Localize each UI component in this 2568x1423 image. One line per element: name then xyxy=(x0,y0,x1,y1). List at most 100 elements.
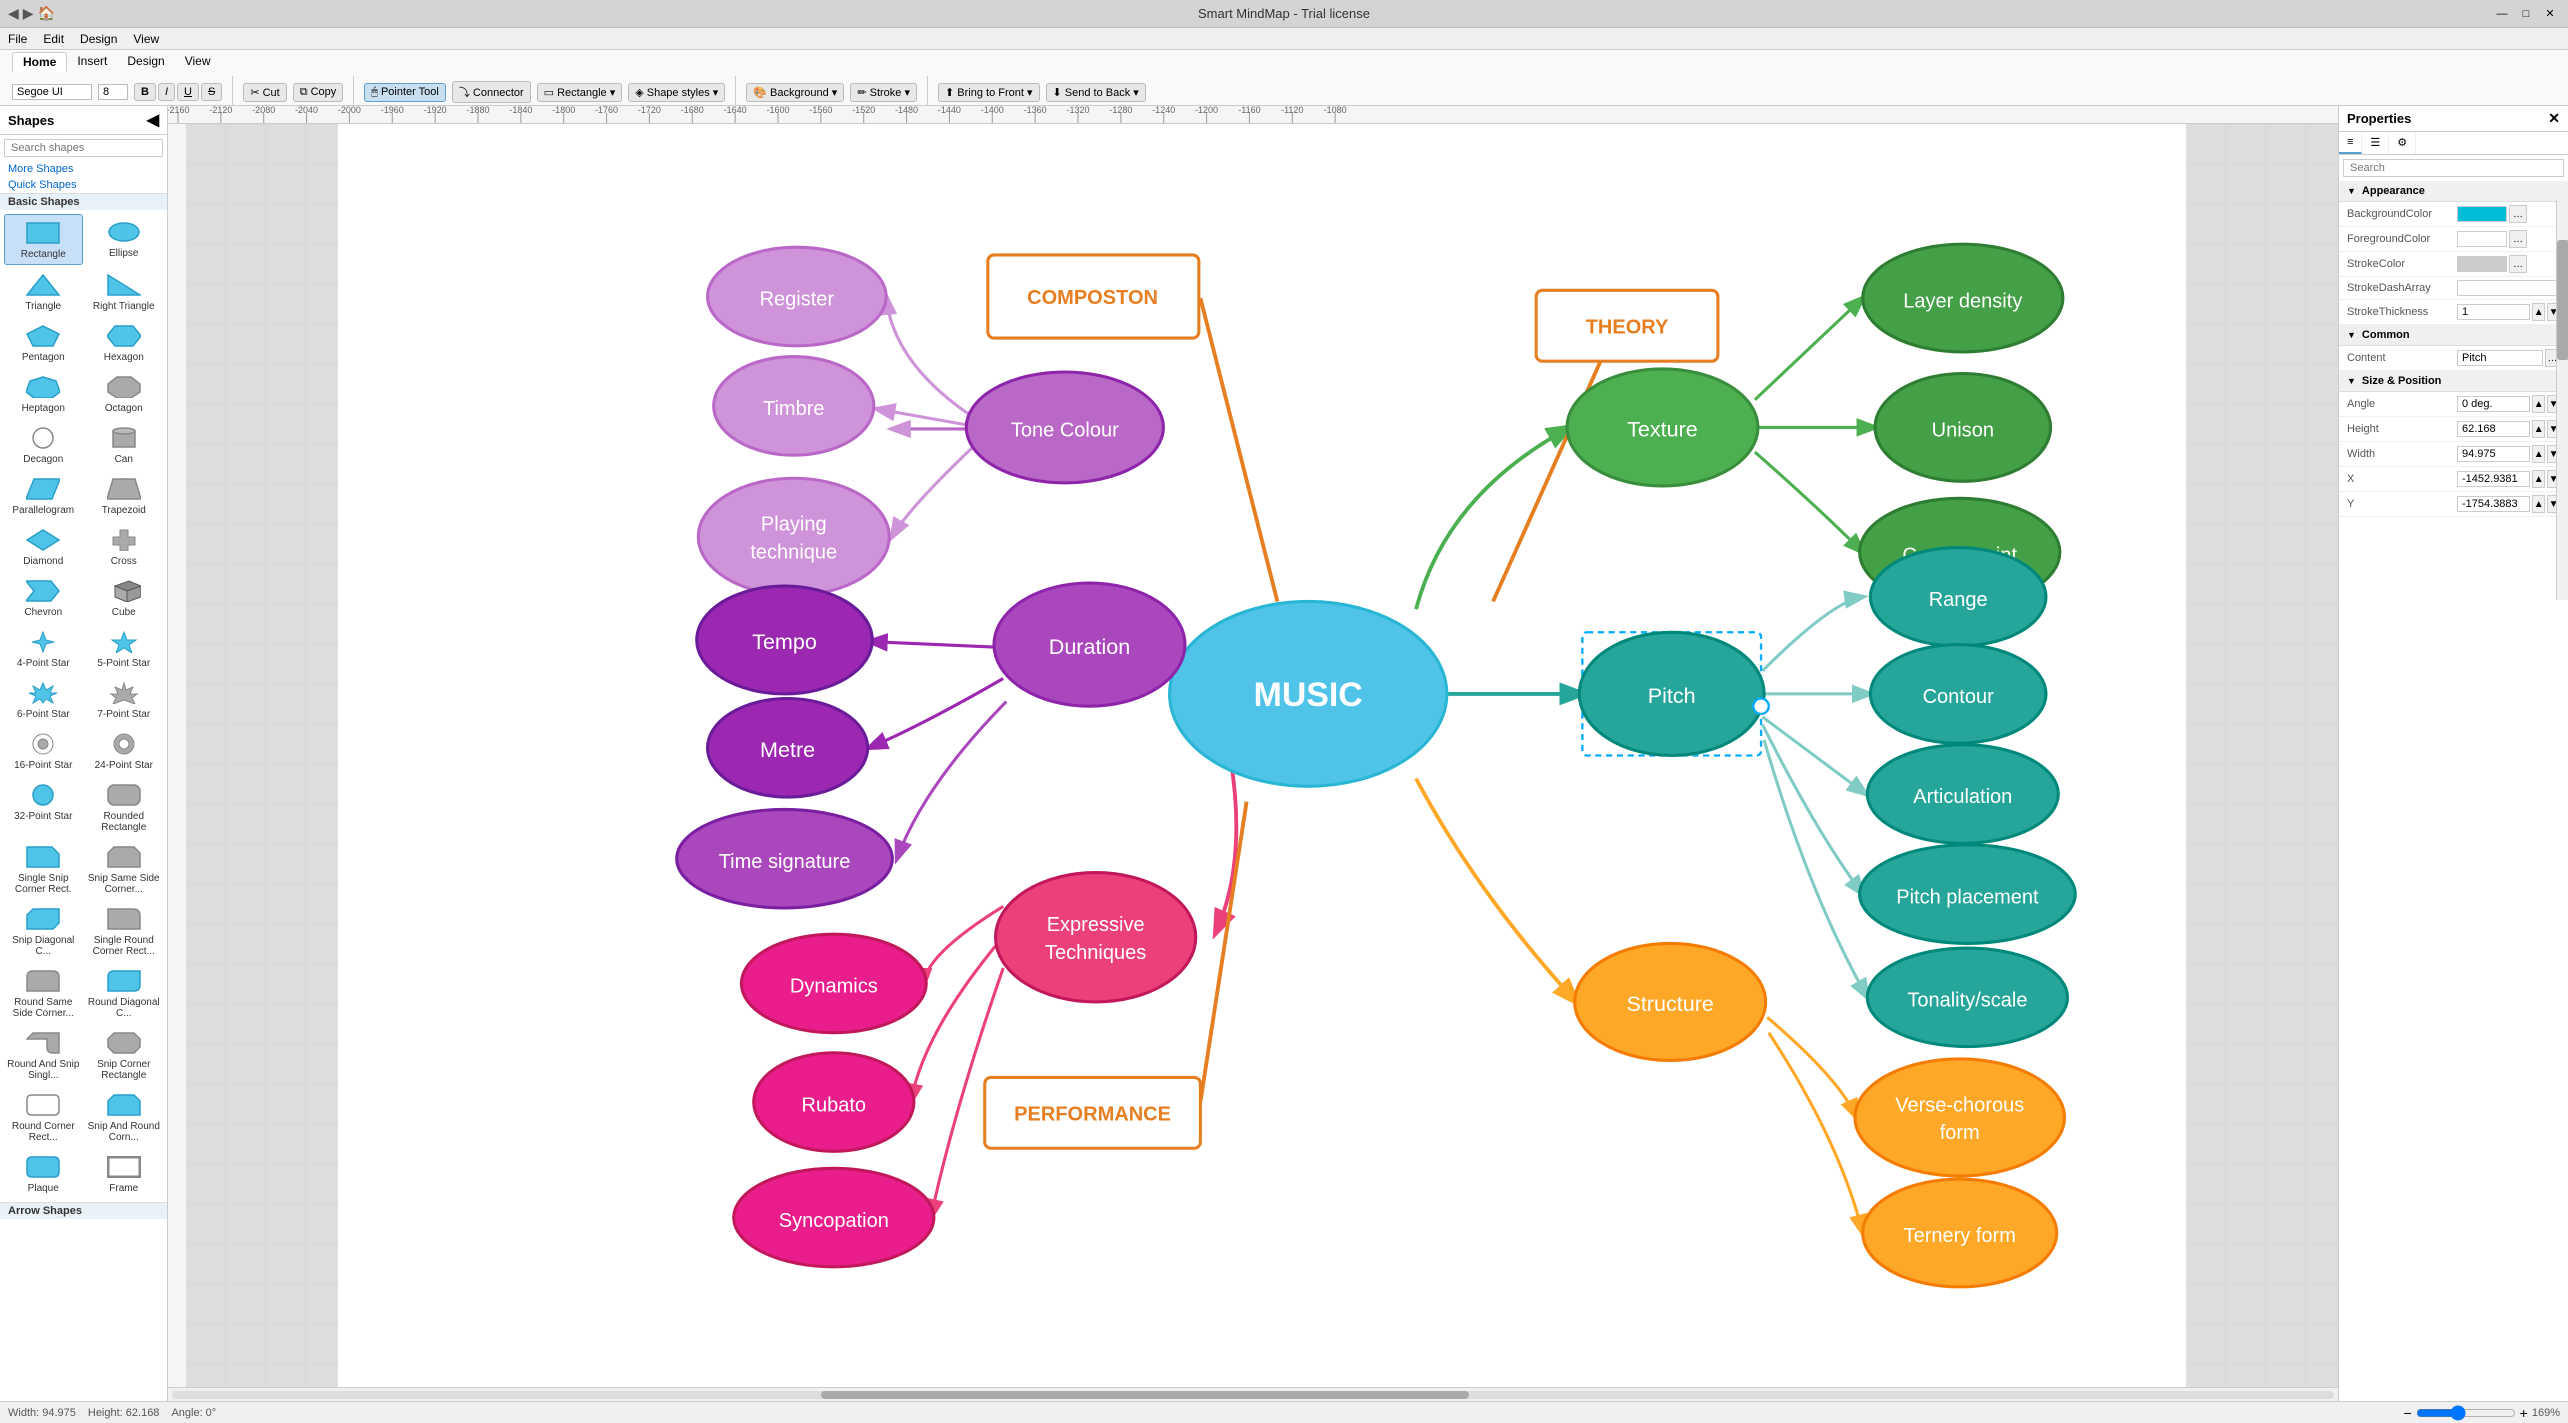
stroke-dash-input[interactable] xyxy=(2457,280,2560,296)
shape-heptagon[interactable]: Heptagon xyxy=(4,369,83,418)
shape-single-round-corner[interactable]: Single Round Corner Rect... xyxy=(85,901,164,961)
shape-16-point-star[interactable]: 16-Point Star xyxy=(4,726,83,775)
menu-file[interactable]: File xyxy=(8,32,27,46)
shape-plaque[interactable]: Plaque xyxy=(4,1149,83,1198)
x-up-btn[interactable]: ▲ xyxy=(2532,470,2545,488)
tab-view[interactable]: View xyxy=(175,52,221,72)
props-tab-3[interactable]: ⚙ xyxy=(2389,132,2416,154)
tab-home[interactable]: Home xyxy=(12,52,67,72)
shape-round-same-side[interactable]: Round Same Side Corner... xyxy=(4,963,83,1023)
strikethrough-btn[interactable]: S xyxy=(201,83,222,101)
angle-up-btn[interactable]: ▲ xyxy=(2532,395,2545,413)
shape-cube[interactable]: Cube xyxy=(85,573,164,622)
more-shapes-link[interactable]: More Shapes xyxy=(0,161,167,177)
h-scrollbar[interactable] xyxy=(168,1387,2338,1401)
shape-decagon[interactable]: Decagon xyxy=(4,420,83,469)
menu-edit[interactable]: Edit xyxy=(43,32,64,46)
shape-triangle[interactable]: Triangle xyxy=(4,267,83,316)
shapes-search-input[interactable] xyxy=(4,139,163,157)
bg-color-picker-btn[interactable]: … xyxy=(2509,205,2527,223)
shape-pentagon[interactable]: Pentagon xyxy=(4,318,83,367)
stroke-btn[interactable]: ✏ Stroke ▾ xyxy=(850,83,917,102)
shape-rectangle[interactable]: Rectangle xyxy=(4,214,83,265)
underline-btn[interactable]: U xyxy=(177,83,199,101)
connector-btn[interactable]: ⤵ Connector xyxy=(452,81,531,103)
quick-shapes-link[interactable]: Quick Shapes xyxy=(0,177,167,193)
italic-btn[interactable]: I xyxy=(158,83,175,101)
props-tab-2[interactable]: ☰ xyxy=(2362,132,2389,154)
resize-handle[interactable] xyxy=(1753,699,1768,714)
home-btn[interactable]: 🏠 xyxy=(38,5,55,22)
shape-frame[interactable]: Frame xyxy=(85,1149,164,1198)
shapes-collapse-btn[interactable]: ◀ xyxy=(147,110,159,130)
stroke-color-picker-btn[interactable]: … xyxy=(2509,255,2527,273)
shape-octagon[interactable]: Octagon xyxy=(85,369,164,418)
size-position-section-header[interactable]: ▼ Size & Position xyxy=(2339,371,2568,392)
bring-to-front-btn[interactable]: ⬆ Bring to Front ▾ xyxy=(938,83,1040,102)
shape-round-diagonal[interactable]: Round Diagonal C... xyxy=(85,963,164,1023)
props-search-input[interactable] xyxy=(2343,159,2564,177)
node-verse-chorus[interactable] xyxy=(1855,1059,2064,1176)
shape-round-corner-rect[interactable]: Round Corner Rect... xyxy=(4,1087,83,1147)
canvas-wrapper[interactable]: MUSIC Pitch Texture Structure Durat xyxy=(186,124,2338,1387)
shape-right-triangle[interactable]: Right Triangle xyxy=(85,267,164,316)
shape-5-point-star[interactable]: 5-Point Star xyxy=(85,624,164,673)
shape-snip-and-round[interactable]: Snip And Round Corn... xyxy=(85,1087,164,1147)
zoom-in-btn[interactable]: + xyxy=(2520,1405,2528,1421)
shape-rounded-rectangle[interactable]: Rounded Rectangle xyxy=(85,777,164,837)
shape-cross[interactable]: Cross xyxy=(85,522,164,571)
x-input[interactable] xyxy=(2457,471,2530,487)
shape-chevron[interactable]: Chevron xyxy=(4,573,83,622)
section-basic-shapes[interactable]: Basic Shapes xyxy=(0,193,167,210)
width-up-btn[interactable]: ▲ xyxy=(2532,445,2545,463)
y-up-btn[interactable]: ▲ xyxy=(2532,495,2545,513)
rectangle-btn[interactable]: ▭ Rectangle ▾ xyxy=(537,83,623,102)
zoom-slider[interactable] xyxy=(2416,1405,2516,1421)
shape-snap-round[interactable]: Round And Snip Singl... xyxy=(4,1025,83,1085)
minimize-btn[interactable]: — xyxy=(2492,5,2512,23)
shape-snip-diagonal[interactable]: Snip Diagonal C... xyxy=(4,901,83,961)
copy-btn[interactable]: ⧉ Copy xyxy=(293,83,344,102)
fg-color-picker-btn[interactable]: … xyxy=(2509,230,2527,248)
shape-snip-same-side[interactable]: Snip Same Side Corner... xyxy=(85,839,164,899)
shape-32-point-star[interactable]: 32-Point Star xyxy=(4,777,83,837)
stroke-thickness-input[interactable] xyxy=(2457,304,2530,320)
stroke-thickness-up-btn[interactable]: ▲ xyxy=(2532,303,2545,321)
send-to-back-btn[interactable]: ⬇ Send to Back ▾ xyxy=(1046,83,1146,102)
forward-btn[interactable]: ▶ xyxy=(23,5,34,22)
y-input[interactable] xyxy=(2457,496,2530,512)
shape-24-point-star[interactable]: 24-Point Star xyxy=(85,726,164,775)
v-scrollbar-thumb[interactable] xyxy=(2557,240,2568,360)
h-scrollbar-thumb[interactable] xyxy=(821,1391,1470,1399)
content-input[interactable]: Pitch xyxy=(2457,350,2543,366)
cut-btn[interactable]: ✂ Cut xyxy=(243,83,286,102)
shape-6-point-star[interactable]: 6-Point Star xyxy=(4,675,83,724)
shape-hexagon[interactable]: Hexagon xyxy=(85,318,164,367)
section-arrow-shapes[interactable]: Arrow Shapes xyxy=(0,1202,167,1219)
maximize-btn[interactable]: □ xyxy=(2516,5,2536,23)
appearance-section-header[interactable]: ▼ Appearance xyxy=(2339,181,2568,202)
zoom-out-btn[interactable]: − xyxy=(2403,1405,2411,1421)
shape-styles-btn[interactable]: ◈ Shape styles ▾ xyxy=(628,83,725,102)
width-input[interactable] xyxy=(2457,446,2530,462)
props-tab-1[interactable]: ≡ xyxy=(2339,132,2362,154)
shape-can[interactable]: Can xyxy=(85,420,164,469)
tab-insert[interactable]: Insert xyxy=(67,52,117,72)
shape-diamond[interactable]: Diamond xyxy=(4,522,83,571)
node-expressive[interactable] xyxy=(996,873,1196,1002)
props-close-btn[interactable]: ✕ xyxy=(2548,110,2560,127)
fg-color-box[interactable] xyxy=(2457,231,2507,247)
bg-color-box[interactable] xyxy=(2457,206,2507,222)
menu-design[interactable]: Design xyxy=(80,32,117,46)
shape-snip-corner-rect[interactable]: Snip Corner Rectangle xyxy=(85,1025,164,1085)
pointer-tool-btn[interactable]: 🖱 Pointer Tool xyxy=(364,83,446,102)
height-up-btn[interactable]: ▲ xyxy=(2532,420,2545,438)
mindmap-svg[interactable]: MUSIC Pitch Texture Structure Durat xyxy=(186,124,2338,1387)
close-btn[interactable]: ✕ xyxy=(2540,5,2560,23)
background-btn[interactable]: 🎨 Background ▾ xyxy=(746,83,844,102)
shape-trapezoid[interactable]: Trapezoid xyxy=(85,471,164,520)
angle-input[interactable] xyxy=(2457,396,2530,412)
shape-7-point-star[interactable]: 7-Point Star xyxy=(85,675,164,724)
height-input[interactable] xyxy=(2457,421,2530,437)
shape-single-snip-corner[interactable]: Single Snip Corner Rect. xyxy=(4,839,83,899)
